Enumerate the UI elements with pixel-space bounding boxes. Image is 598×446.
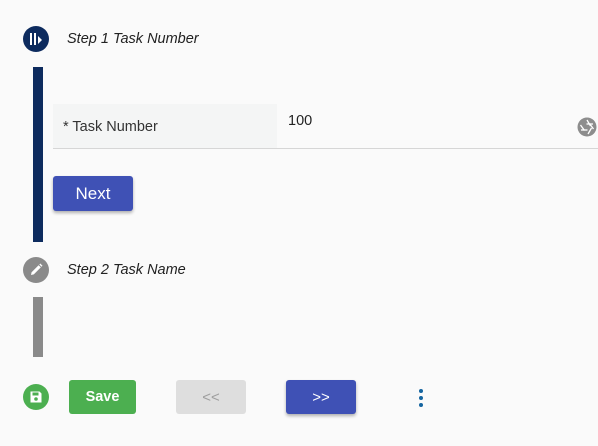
task-number-label-text: * Task Number — [63, 118, 158, 135]
task-number-input[interactable] — [288, 113, 558, 129]
aperture-icon[interactable] — [577, 117, 597, 137]
step-active-icon — [30, 33, 42, 45]
next-step-button[interactable]: >> — [286, 380, 356, 414]
step-2-icon — [23, 257, 49, 283]
step-2-rail — [33, 297, 43, 357]
step-1-icon — [23, 26, 49, 52]
save-icon[interactable] — [23, 384, 49, 410]
next-button[interactable]: Next — [53, 176, 133, 211]
step-1-title: Step 1 Task Number — [67, 31, 199, 47]
task-number-label: * Task Number — [53, 104, 277, 149]
step-2-title: Step 2 Task Name — [67, 262, 186, 278]
previous-button[interactable]: << — [176, 380, 246, 414]
step-1-rail — [33, 67, 43, 242]
save-button[interactable]: Save — [69, 380, 136, 414]
task-number-underline — [53, 148, 598, 149]
more-vertical-icon[interactable] — [414, 387, 428, 411]
pencil-icon — [31, 263, 43, 275]
